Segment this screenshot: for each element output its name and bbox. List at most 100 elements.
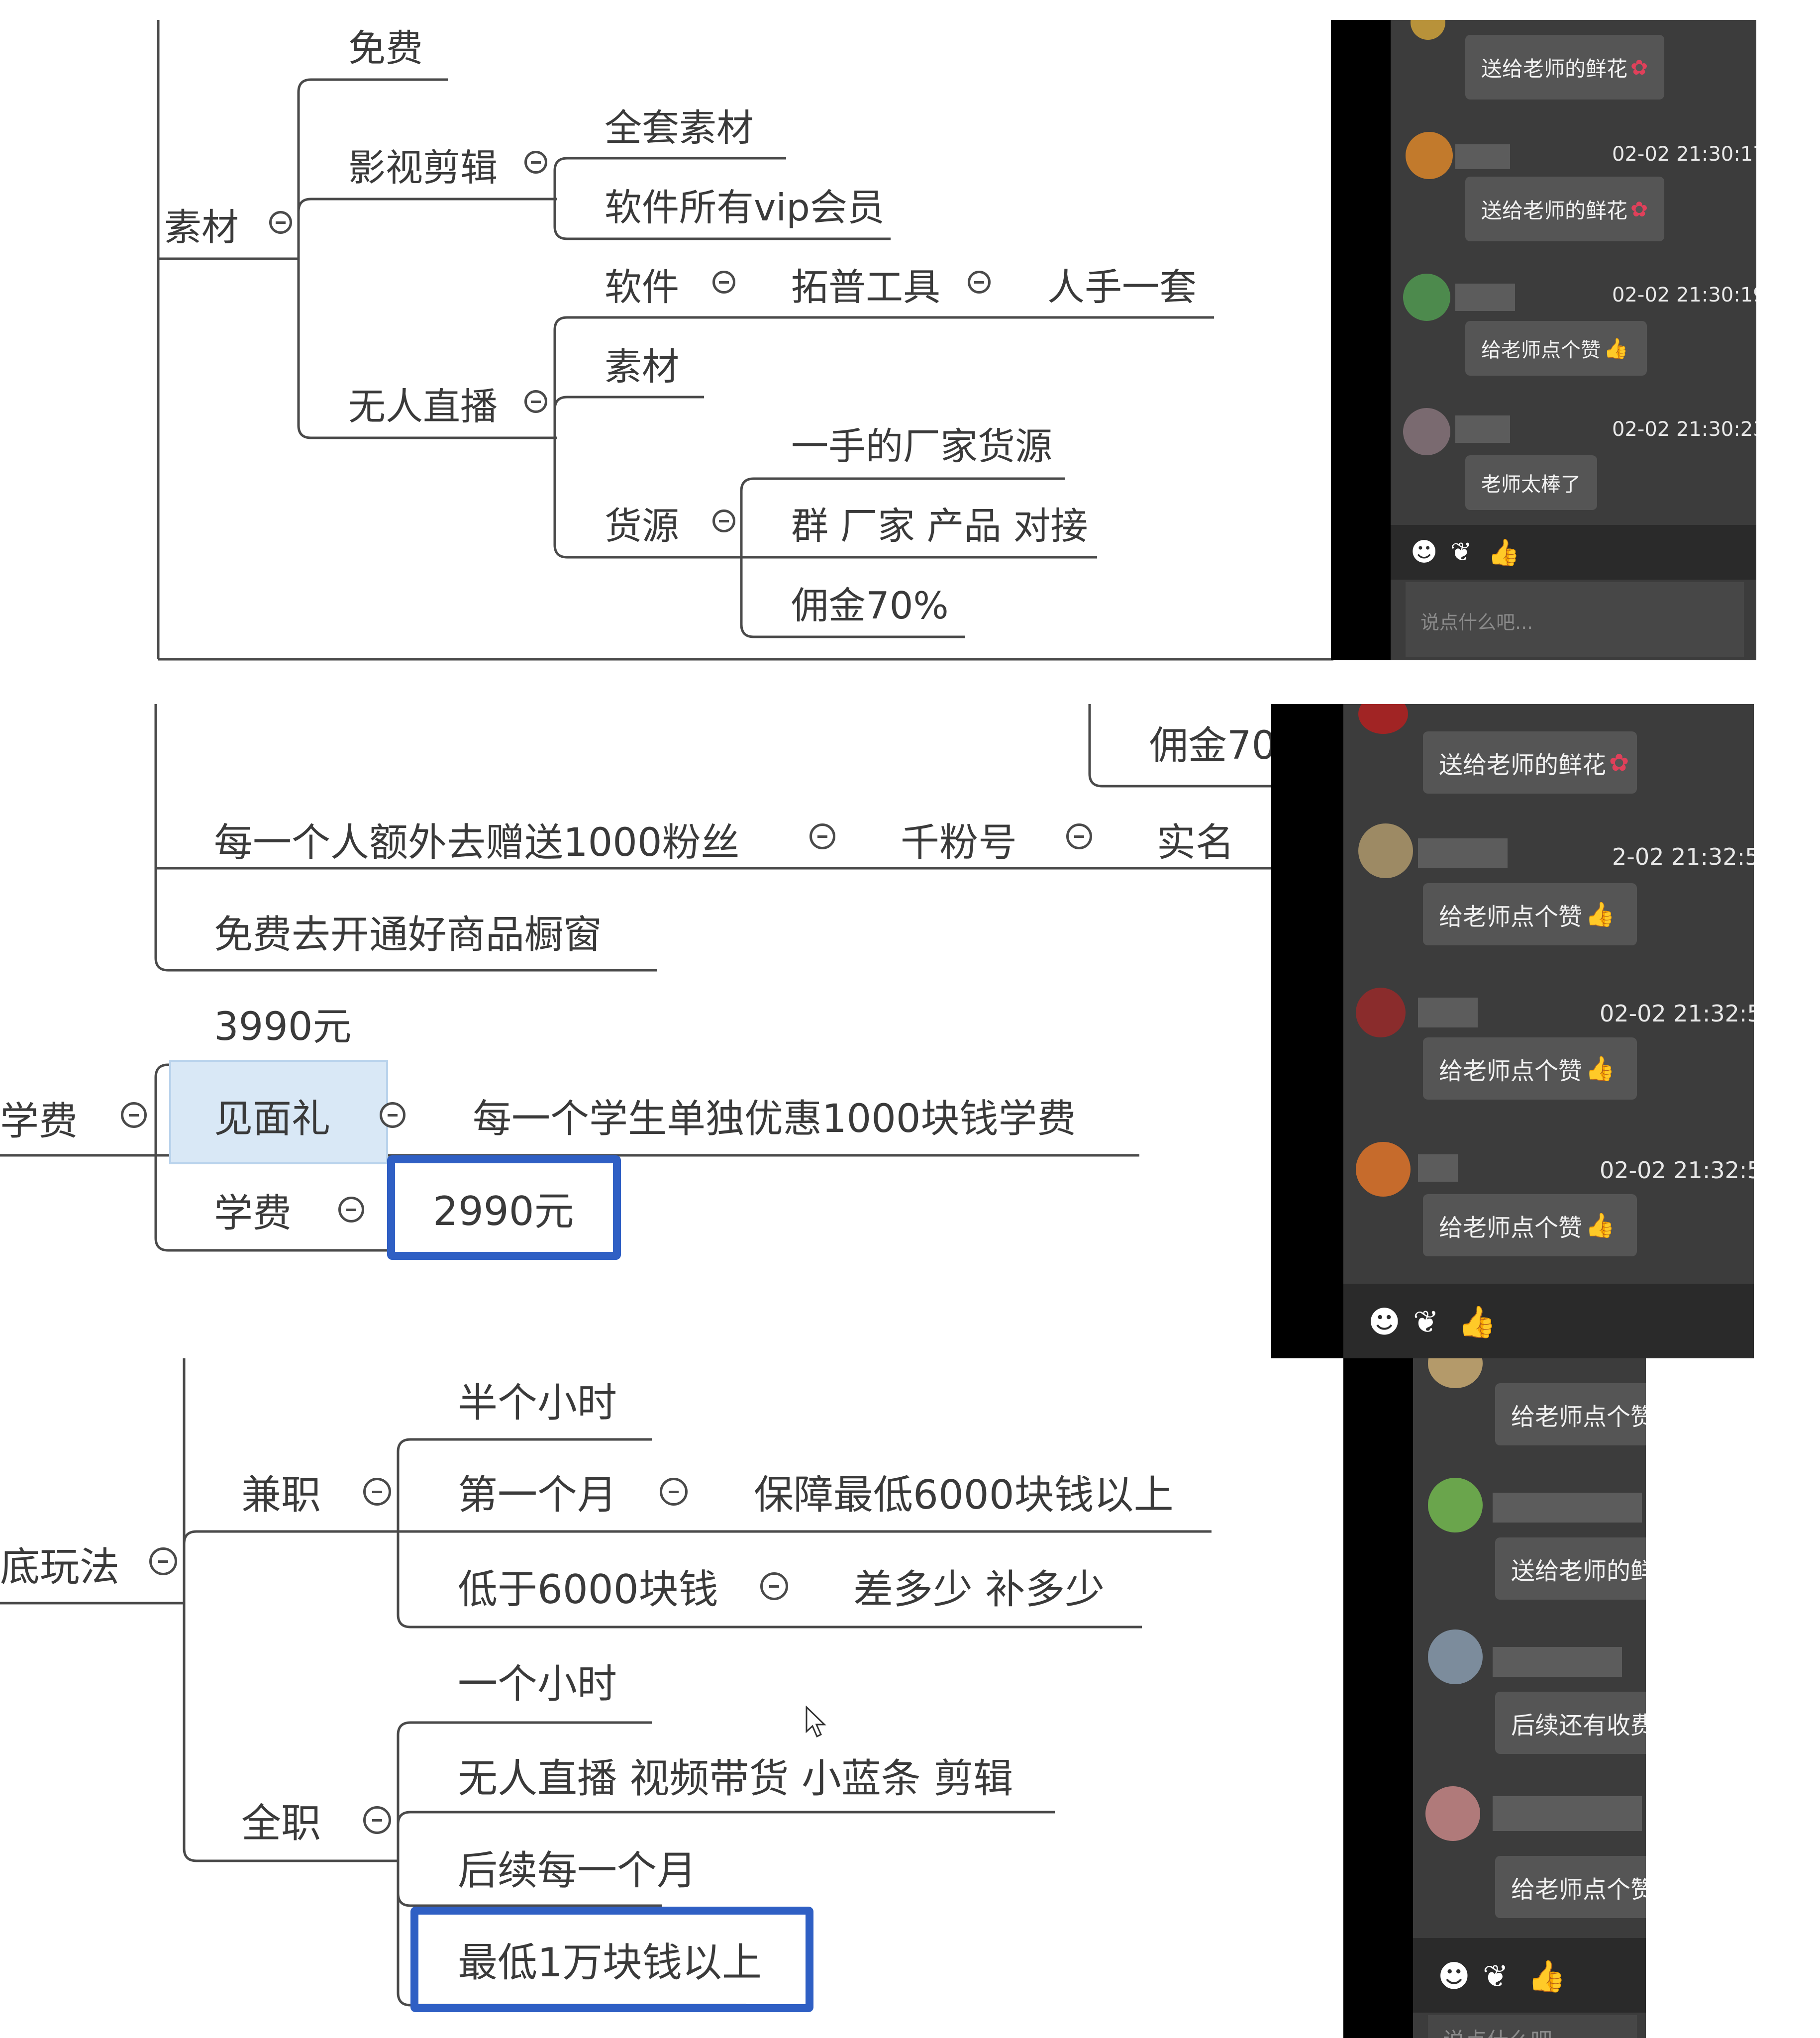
node-vip[interactable]: 软件所有vip会员 (605, 189, 885, 226)
collapse-toggle-icon[interactable] (363, 1806, 391, 1834)
flower-icon[interactable]: ❦ (1450, 537, 1472, 567)
node-topo-tool[interactable]: 拓普工具 (791, 269, 940, 306)
node-commission[interactable]: 佣金70% (791, 587, 949, 624)
node-full-time[interactable]: 全职 (241, 1804, 321, 1843)
chat-input[interactable]: 说点什么吧 (1428, 2015, 1637, 2038)
node-price-2990[interactable]: 2990元 (433, 1192, 574, 1231)
rose-icon: ✿ (1630, 197, 1648, 221)
node-first-hand[interactable]: 一手的厂家货源 (791, 428, 1052, 465)
chat-bubble: 给老师点个赞 👍 (1465, 321, 1647, 376)
node-video-edit[interactable]: 影视剪辑 (348, 149, 498, 187)
chat-message-text: 给老师点个赞 (1511, 1403, 1646, 1431)
chat-message-text: 送给老师的鲜花 (1481, 198, 1628, 223)
chat-timestamp: 02-02 21:32:55 (1600, 1000, 1754, 1027)
blurred-username (1493, 1493, 1642, 1523)
chat-timestamp: 02-02 21:30:23 (1612, 418, 1756, 441)
node-compensate[interactable]: 差多少 补多少 (853, 1570, 1105, 1610)
avatar (1425, 1786, 1480, 1841)
collapse-toggle-icon[interactable] (968, 271, 991, 294)
avatar (1356, 1142, 1411, 1197)
node-projects[interactable]: 无人直播 视频带货 小蓝条 剪辑 (458, 1759, 1013, 1799)
chat-message-text: 送给老师的鲜花 (1439, 751, 1607, 779)
chat-bubble: 送给老师的鲜花 ✿ (1465, 35, 1664, 100)
smiley-icon[interactable]: ☻ (1411, 537, 1437, 567)
chat-bubble: 老师太棒了 (1465, 455, 1597, 510)
node-one-set[interactable]: 人手一套 (1047, 269, 1197, 306)
flower-icon[interactable]: ❦ (1483, 1958, 1509, 1994)
node-supply[interactable]: 货源 (605, 508, 679, 545)
node-shop-window[interactable]: 免费去开通好商品橱窗 (214, 916, 602, 954)
node-discount[interactable]: 每一个学生单独优惠1000块钱学费 (473, 1100, 1076, 1138)
node-group[interactable]: 群 厂家 产品 对接 (791, 508, 1088, 545)
chat-reaction-bar: ☻ ❦ 👍 (1391, 525, 1756, 580)
chat-bubble: 送给老师的鲜 (1495, 1537, 1646, 1600)
chat-bubble: 送给老师的鲜花 ✿ (1465, 177, 1664, 241)
node-thousand-fans[interactable]: 千粉号 (901, 823, 1017, 862)
thumbs-up-icon[interactable]: 👍 (1458, 1304, 1496, 1340)
collapse-toggle-icon[interactable] (149, 1547, 177, 1575)
thumbs-up-emoji-icon: 👍 (1585, 1212, 1615, 1239)
chat-timestamp: 2-02 21:32:54 (1612, 843, 1754, 870)
blurred-username (1455, 415, 1510, 443)
chat-bubble: 送给老师的鲜花 ✿ (1423, 731, 1637, 794)
collapse-toggle-icon[interactable] (660, 1478, 688, 1506)
node-gift[interactable]: 见面礼 (214, 1100, 330, 1138)
node-tuition[interactable]: 学费 (214, 1194, 292, 1233)
rose-icon: ✿ (1609, 748, 1629, 777)
collapse-toggle-icon[interactable] (712, 271, 735, 294)
collapse-toggle-icon[interactable] (524, 151, 547, 174)
node-price-3990[interactable]: 3990元 (214, 1008, 352, 1046)
avatar (1403, 274, 1450, 321)
collapse-toggle-icon[interactable] (380, 1102, 405, 1128)
collapse-toggle-icon[interactable] (1066, 823, 1092, 849)
collapse-toggle-icon[interactable] (712, 510, 735, 532)
collapse-toggle-icon[interactable] (809, 823, 835, 849)
thumbs-up-emoji-icon: 👍 (1604, 337, 1628, 360)
thumbs-up-icon[interactable]: 👍 (1488, 537, 1520, 568)
chat-message-text: 给老师点个赞 (1481, 339, 1601, 362)
collapse-toggle-icon[interactable] (760, 1572, 788, 1600)
node-material-root[interactable]: 素材 (164, 209, 239, 246)
chat-timestamp: 02-02 21:32:55 (1600, 1157, 1754, 1184)
node-guarantee[interactable]: 保障最低6000块钱以上 (754, 1475, 1174, 1515)
node-real-name[interactable]: 实名 (1157, 823, 1234, 862)
node-commission-cut[interactable]: 佣金70 (1149, 726, 1276, 765)
node-each-month[interactable]: 后续每一个月 (458, 1851, 697, 1891)
node-software[interactable]: 软件 (605, 269, 679, 306)
node-below-6000[interactable]: 低于6000块钱 (458, 1570, 718, 1610)
chat-input[interactable]: 说点什么吧... (1406, 582, 1744, 657)
node-half-hour[interactable]: 半个小时 (458, 1383, 617, 1423)
blurred-username (1418, 998, 1478, 1027)
collapse-toggle-icon[interactable] (363, 1478, 391, 1506)
panel-3-chat: 给老师点个赞 送给老师的鲜 后续还有收费 给老师点个赞 ☻ ❦ 👍 说点什么吧 (1413, 1358, 1646, 2038)
avatar (1403, 408, 1450, 455)
node-extra-fans[interactable]: 每一个人额外去赠送1000粉丝 (214, 823, 740, 862)
node-min-10k[interactable]: 最低1万块钱以上 (458, 1943, 762, 1983)
video-letterbox (1271, 704, 1343, 1358)
node-free[interactable]: 免费 (348, 30, 423, 67)
collapse-toggle-icon[interactable] (269, 211, 292, 234)
node-full-material[interactable]: 全套素材 (605, 109, 754, 147)
smiley-icon[interactable]: ☻ (1368, 1304, 1401, 1340)
chat-bubble: 给老师点个赞 👍 (1423, 1194, 1637, 1256)
chat-bubble: 给老师点个赞 (1495, 1383, 1646, 1445)
node-first-month[interactable]: 第一个月 (458, 1475, 617, 1515)
node-root-cut[interactable]: 底玩法 (0, 1547, 119, 1587)
thumbs-up-icon[interactable]: 👍 (1527, 1958, 1566, 1995)
collapse-toggle-icon[interactable] (121, 1102, 147, 1128)
node-material[interactable]: 素材 (605, 348, 679, 386)
chat-message-text: 给老师点个赞 (1439, 1214, 1583, 1242)
chat-message-text: 给老师点个赞 (1511, 1875, 1646, 1904)
collapse-toggle-icon[interactable] (338, 1197, 364, 1223)
smiley-icon[interactable]: ☻ (1438, 1958, 1470, 1994)
node-tuition-root[interactable]: 学费 (0, 1102, 78, 1141)
node-part-time[interactable]: 兼职 (241, 1475, 321, 1515)
collapse-toggle-icon[interactable] (524, 390, 547, 413)
node-unmanned-live[interactable]: 无人直播 (348, 388, 498, 425)
rose-icon: ✿ (1630, 55, 1648, 80)
node-one-hour[interactable]: 一个小时 (458, 1664, 617, 1704)
blurred-username (1418, 1154, 1458, 1182)
chat-bubble: 给老师点个赞 👍 (1423, 883, 1637, 945)
chat-message-text: 送给老师的鲜 (1511, 1557, 1646, 1585)
flower-icon[interactable]: ❦ (1413, 1304, 1439, 1340)
